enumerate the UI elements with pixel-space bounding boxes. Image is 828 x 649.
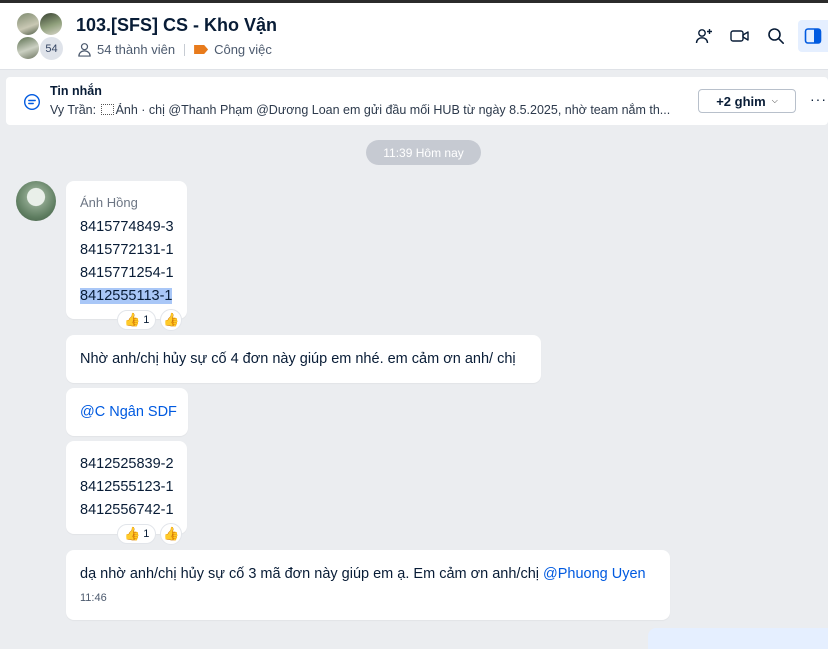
chat-header: 54 103.[SFS] CS - Kho Vận 54 thành viên … (0, 3, 828, 70)
reaction-count: 1 (143, 528, 150, 540)
label-tag-icon (194, 45, 209, 54)
mention-link[interactable]: @C Ngân SDF (80, 401, 177, 424)
user-icon (78, 43, 91, 57)
pinned-message-bar[interactable]: Tin nhắn Vy Trần: Ảnh · chị @Thanh Phạm … (6, 77, 828, 125)
message-bubble[interactable]: dạ nhờ anh/chị hủy sự cố 3 mã đơn này gi… (66, 550, 670, 620)
search-icon[interactable] (762, 22, 790, 50)
message-text-wrap: dạ nhờ anh/chị hủy sự cố 3 mã đơn này gi… (80, 563, 656, 586)
pinned-preview-text: Ảnh · chị @Thanh Phạm @Dương Loan em gửi… (115, 103, 671, 117)
message-line: 8415772131-1 (80, 242, 174, 258)
member-avatar (39, 12, 63, 36)
message-bubble[interactable]: Ánh Hồng 8415774849-3 8415772131-1 84157… (66, 181, 187, 319)
members-link[interactable]: 54 thành viên (77, 42, 175, 57)
pinned-title: Tin nhắn (50, 84, 102, 98)
pinned-sender: Vy Trần: (50, 103, 97, 117)
message-icon (23, 93, 41, 111)
reaction-summary[interactable]: 👍 1 (117, 310, 157, 330)
add-reaction-button[interactable]: 👍 (160, 309, 183, 331)
message-line: 8415771254-1 (80, 265, 174, 281)
selected-text: 8412555113-1 (80, 288, 173, 304)
thumbs-up-icon: 👍 (163, 312, 180, 327)
add-reaction-button[interactable]: 👍 (160, 523, 183, 545)
add-member-icon[interactable] (690, 22, 718, 50)
outgoing-message-bubble-partial[interactable] (648, 628, 828, 649)
chat-title[interactable]: 103.[SFS] CS - Kho Vận (76, 15, 277, 36)
message-text: Nhờ anh/chị hủy sự cố 4 đơn này giúp em … (80, 350, 516, 367)
message-text: dạ nhờ anh/chị hủy sự cố 3 mã đơn này gi… (80, 566, 544, 582)
member-count-badge: 54 (39, 36, 64, 61)
members-count-text: 54 thành viên (97, 42, 176, 57)
message-line: 8412556742-1 (80, 502, 174, 518)
member-avatar (16, 36, 40, 60)
message-time: 11:46 (80, 592, 107, 604)
reaction-count: 1 (143, 314, 150, 326)
mention-link[interactable]: @Phuong Uyen (543, 566, 646, 582)
reactions-row: 👍 1 👍 (117, 309, 183, 331)
divider (184, 43, 186, 56)
chat-subtitle: 54 thành viên Công việc (77, 42, 272, 57)
message-bubble[interactable]: @C Ngân SDF (66, 388, 188, 436)
pinned-preview: Vy Trần: Ảnh · chị @Thanh Phạm @Dương Lo… (50, 103, 690, 117)
conversation-label[interactable]: Công việc (194, 42, 272, 57)
image-thumb-icon (100, 104, 114, 115)
message-line: 8412555123-1 (80, 479, 174, 495)
message-line-wrap: 8412555113-1 (80, 285, 173, 308)
reactions-row: 👍 1 👍 (117, 523, 183, 545)
pins-count-label: +2 ghim (716, 93, 766, 109)
header-actions (682, 20, 828, 52)
video-call-icon[interactable] (726, 22, 754, 50)
sender-avatar[interactable] (16, 181, 56, 221)
thumbs-up-icon: 👍 (163, 526, 180, 541)
message-line: 8415774849-3 (80, 219, 174, 235)
more-options-icon[interactable]: ··· (810, 91, 827, 107)
thumbs-up-icon: 👍 (124, 526, 141, 541)
thumbs-up-icon: 👍 (124, 312, 141, 327)
sender-name: Ánh Hồng (80, 195, 138, 210)
message-bubble[interactable]: 8412525839-2 8412555123-1 8412556742-1 (66, 441, 187, 534)
pins-dropdown-button[interactable]: +2 ghim ⌵ (698, 89, 796, 113)
message-line: 8412525839-2 (80, 456, 174, 472)
chevron-down-icon: ⌵ (771, 96, 778, 105)
member-avatar (16, 12, 40, 36)
group-avatar[interactable]: 54 (16, 12, 66, 62)
date-divider: 11:39 Hôm nay (366, 140, 481, 165)
message-bubble[interactable]: Nhờ anh/chị hủy sự cố 4 đơn này giúp em … (66, 335, 541, 383)
label-text: Công việc (214, 42, 272, 57)
sidebar-toggle-icon[interactable] (798, 20, 828, 52)
reaction-summary[interactable]: 👍 1 (117, 524, 157, 544)
